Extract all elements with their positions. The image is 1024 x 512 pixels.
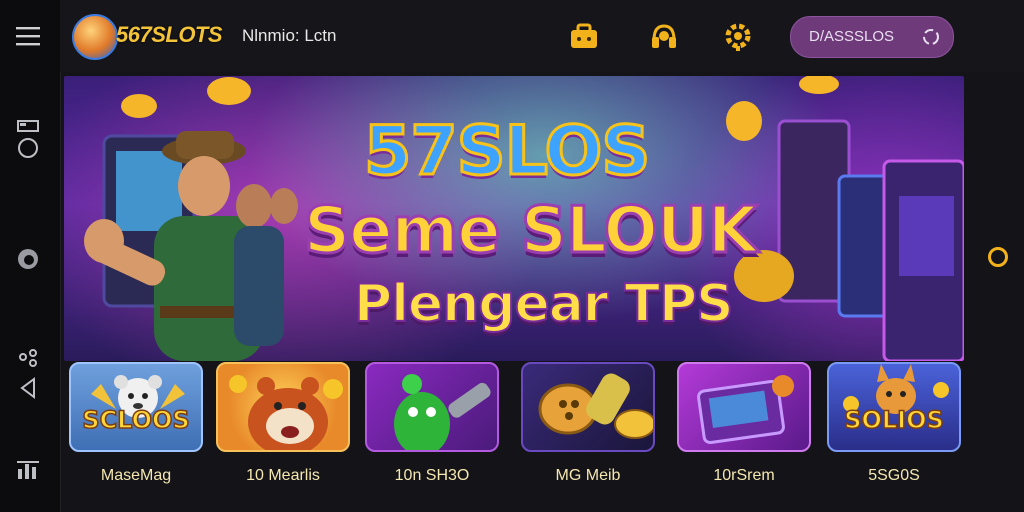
- coin-icon: [538, 373, 653, 439]
- back-icon[interactable]: [14, 374, 42, 402]
- spinner-icon[interactable]: [14, 245, 42, 273]
- monster-icon: [394, 374, 491, 450]
- tile-art-text: SOLIOS: [843, 405, 944, 435]
- top-header: 567SLOTS Nlnmio: Lctn D/ASSSLOS: [60, 0, 1024, 72]
- banner-title-line3: Plengear TPS: [353, 273, 735, 335]
- menu-icon[interactable]: [14, 22, 42, 50]
- game-tile[interactable]: SOLIOS: [827, 362, 961, 452]
- side-rail: [0, 0, 61, 512]
- stats-icon[interactable]: [14, 456, 42, 484]
- brand-logo[interactable]: [72, 14, 118, 60]
- account-pill[interactable]: D/ASSSLOS: [790, 16, 954, 58]
- promo-banner[interactable]: 57SLOS Seme SLOUK Plengear TPS: [64, 76, 964, 361]
- gear-icon[interactable]: [722, 20, 754, 52]
- game-tile[interactable]: SCLOOS: [69, 362, 203, 452]
- user-status-text: Nlnmio: Lctn: [242, 26, 337, 45]
- tile-label[interactable]: MG Meib: [518, 467, 658, 485]
- tile-label[interactable]: MaseMag: [66, 467, 206, 485]
- share-icon[interactable]: [14, 346, 42, 374]
- banner-title-line2: Seme SLOUK: [302, 193, 758, 270]
- banner-title-line1: 57SLOS: [362, 111, 651, 193]
- bag-icon[interactable]: [568, 20, 600, 52]
- treasure-chest-icon: [697, 375, 794, 445]
- tile-label[interactable]: 5SG0S: [824, 467, 964, 485]
- game-tile[interactable]: [521, 362, 655, 452]
- tile-label[interactable]: 10 Mearlis: [213, 467, 353, 485]
- tile-art-text: SCLOOS: [82, 405, 191, 435]
- brand-name: 567SLOTS: [116, 22, 223, 47]
- tile-label[interactable]: 10n SH3O: [362, 467, 502, 485]
- game-tile[interactable]: [216, 362, 350, 452]
- headset-icon[interactable]: [648, 20, 680, 52]
- account-label: D/ASSSLOS: [809, 28, 895, 45]
- refresh-icon[interactable]: [919, 25, 943, 49]
- tile-label[interactable]: 10rSrem: [674, 467, 814, 485]
- carousel-indicator[interactable]: [988, 247, 1008, 267]
- hamster-icon: [229, 375, 343, 450]
- game-tile[interactable]: [365, 362, 499, 452]
- game-tile[interactable]: [677, 362, 811, 452]
- circle-icon[interactable]: [14, 134, 42, 162]
